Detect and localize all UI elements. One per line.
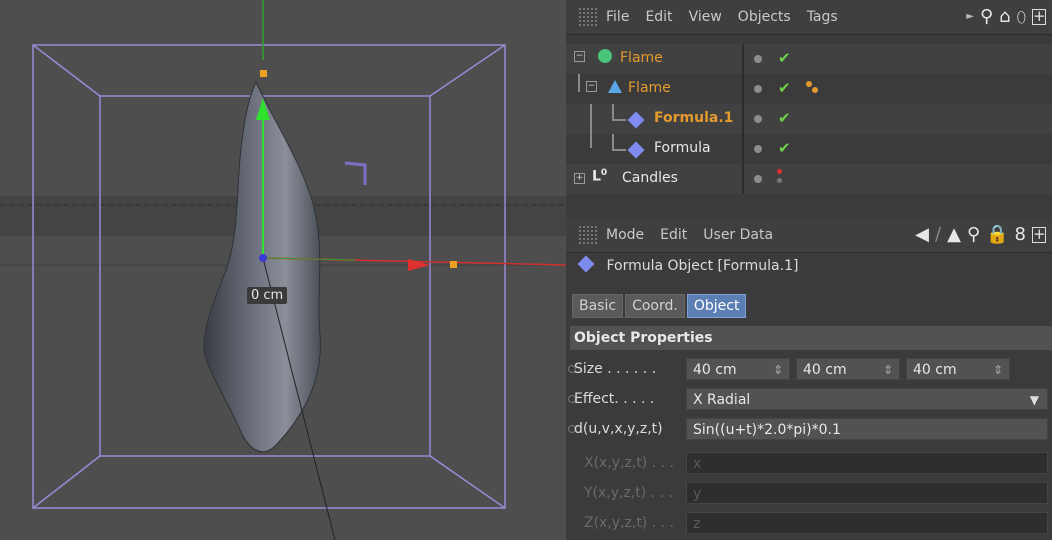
- object-name[interactable]: Flame: [620, 50, 663, 66]
- menu-user-data[interactable]: User Data: [703, 227, 773, 243]
- collapse-icon[interactable]: −: [574, 51, 585, 62]
- visibility-dot[interactable]: [754, 55, 762, 63]
- tab-object[interactable]: Object: [686, 294, 747, 318]
- search-icon[interactable]: ⚲: [980, 8, 993, 26]
- divider-icon: ∕: [935, 224, 942, 245]
- menu-edit[interactable]: Edit: [645, 9, 672, 25]
- link-icon[interactable]: ⬯: [1017, 8, 1026, 26]
- home-icon[interactable]: ⌂: [999, 8, 1010, 26]
- menu-view[interactable]: View: [689, 9, 722, 25]
- stepper-icon[interactable]: ⇕: [883, 359, 893, 379]
- enabled-check-icon[interactable]: ✔: [778, 139, 791, 157]
- chevron-down-icon[interactable]: ▼: [1030, 389, 1039, 409]
- menu-file[interactable]: File: [606, 9, 629, 25]
- size-row: Size . . . . . . 40 cm ⇕ 40 cm ⇕ 40 cm ⇕: [566, 356, 1052, 384]
- menu-tags[interactable]: Tags: [807, 9, 838, 25]
- tree-row[interactable]: − Flame ✔: [566, 74, 1052, 104]
- viewport-scene[interactable]: [0, 0, 566, 540]
- formula-object-icon: [577, 255, 595, 273]
- d-row: d(u,v,x,y,z,t) Sin((u+t)*2.0*pi)*0.1: [566, 416, 1052, 444]
- x-axis-arrow[interactable]: [408, 259, 430, 271]
- new-window-icon[interactable]: +: [1032, 9, 1046, 25]
- tab-basic[interactable]: Basic: [572, 294, 624, 318]
- distance-label: 0 cm: [247, 287, 288, 304]
- object-header: Formula Object [Formula.1]: [576, 255, 799, 274]
- visibility-dot[interactable]: [754, 145, 762, 153]
- stepper-icon[interactable]: ⇕: [773, 359, 783, 379]
- cone-object-icon: [608, 80, 622, 93]
- stepper-icon[interactable]: ⇕: [993, 359, 1003, 379]
- x-label: X(x,y,z,t) . . .: [584, 455, 674, 471]
- handle-point[interactable]: [450, 261, 457, 268]
- tree-row[interactable]: Formula.1 ✔: [566, 104, 1052, 134]
- y-formula-field: y: [686, 482, 1048, 504]
- arrow-right-icon[interactable]: ►: [966, 8, 974, 26]
- visibility-dot[interactable]: [754, 175, 762, 183]
- attribute-manager-menubar: Mode Edit User Data ◀ ∕ ▲ ⚲ 🔒 8 +: [566, 218, 1052, 253]
- instance-object-icon: L0: [592, 168, 608, 185]
- enabled-check-icon[interactable]: ✔: [778, 109, 791, 127]
- d-formula-field[interactable]: Sin((u+t)*2.0*pi)*0.1: [686, 418, 1048, 440]
- z-label: Z(x,y,z,t) . . .: [584, 515, 674, 531]
- back-arrow-icon[interactable]: ◀: [915, 226, 929, 244]
- effect-label: Effect. . . . .: [574, 391, 655, 407]
- collapse-icon[interactable]: −: [586, 81, 597, 92]
- object-name[interactable]: Candles: [622, 170, 678, 186]
- d-label: d(u,v,x,y,z,t): [574, 421, 663, 437]
- material-tag-icon[interactable]: [806, 81, 812, 87]
- pivot-point[interactable]: [259, 254, 267, 262]
- formula-object-icon: [627, 111, 645, 129]
- object-name[interactable]: Formula.1: [654, 110, 733, 126]
- enabled-check-icon[interactable]: ✔: [778, 49, 791, 67]
- new-window-icon[interactable]: +: [1032, 227, 1046, 243]
- tree-row[interactable]: Formula ✔: [566, 134, 1052, 164]
- menu-mode[interactable]: Mode: [606, 227, 644, 243]
- tree-row[interactable]: − Flame ✔: [566, 44, 1052, 74]
- search-icon[interactable]: ⚲: [967, 226, 980, 244]
- object-name[interactable]: Flame: [628, 80, 671, 96]
- disabled-dot-icon[interactable]: [777, 169, 782, 174]
- x-row: X(x,y,z,t) . . . x: [566, 450, 1052, 478]
- handle-point[interactable]: [260, 70, 267, 77]
- object-name[interactable]: Formula: [654, 140, 711, 156]
- object-title: Formula Object [Formula.1]: [606, 258, 799, 274]
- material-tag-icon[interactable]: [812, 87, 818, 93]
- attribute-manager: Mode Edit User Data ◀ ∕ ▲ ⚲ 🔒 8 + Formul…: [566, 214, 1052, 540]
- lock-icon[interactable]: 🔒: [986, 226, 1008, 244]
- size-y-field[interactable]: 40 cm ⇕: [796, 358, 900, 380]
- right-panel: File Edit View Objects Tags ► ⚲ ⌂ ⬯ + − …: [566, 0, 1052, 540]
- size-z-field[interactable]: 40 cm ⇕: [906, 358, 1010, 380]
- menu-edit[interactable]: Edit: [660, 227, 687, 243]
- size-label: Size . . . . . .: [574, 361, 657, 377]
- object-tree: − Flame ✔ − Flame ✔ Formula.1 ✔ Formula …: [566, 36, 1052, 200]
- section-header: Object Properties: [570, 326, 1052, 350]
- panel-grip[interactable]: [578, 225, 598, 245]
- panel-grip[interactable]: [578, 7, 598, 27]
- visibility-dot[interactable]: [754, 85, 762, 93]
- menu-objects[interactable]: Objects: [738, 9, 791, 25]
- formula-object-icon: [627, 141, 645, 159]
- z-row: Z(x,y,z,t) . . . z: [566, 510, 1052, 538]
- enabled-check-icon[interactable]: ✔: [778, 79, 791, 97]
- x-formula-field: x: [686, 452, 1048, 474]
- axis-corner-marker: [344, 161, 367, 185]
- z-formula-field: z: [686, 512, 1048, 534]
- expand-icon[interactable]: +: [574, 173, 585, 184]
- tab-coord[interactable]: Coord.: [625, 294, 685, 318]
- null-object-icon: [598, 49, 612, 63]
- y-row: Y(x,y,z,t) . . . y: [566, 480, 1052, 508]
- object-manager-menubar: File Edit View Objects Tags ► ⚲ ⌂ ⬯ +: [566, 0, 1052, 35]
- tab-bar: Basic Coord. Object: [572, 294, 747, 318]
- effect-row: Effect. . . . . X Radial ▼: [566, 386, 1052, 414]
- render-dot-icon[interactable]: [777, 178, 782, 183]
- tree-row[interactable]: + L0 Candles: [566, 164, 1052, 194]
- up-arrow-icon[interactable]: ▲: [947, 226, 961, 244]
- visibility-dot[interactable]: [754, 115, 762, 123]
- link-icon[interactable]: 8: [1015, 226, 1026, 244]
- y-label: Y(x,y,z,t) . . .: [584, 485, 673, 501]
- effect-select[interactable]: X Radial ▼: [686, 388, 1048, 410]
- size-x-field[interactable]: 40 cm ⇕: [686, 358, 790, 380]
- viewport[interactable]: 0 cm: [0, 0, 566, 540]
